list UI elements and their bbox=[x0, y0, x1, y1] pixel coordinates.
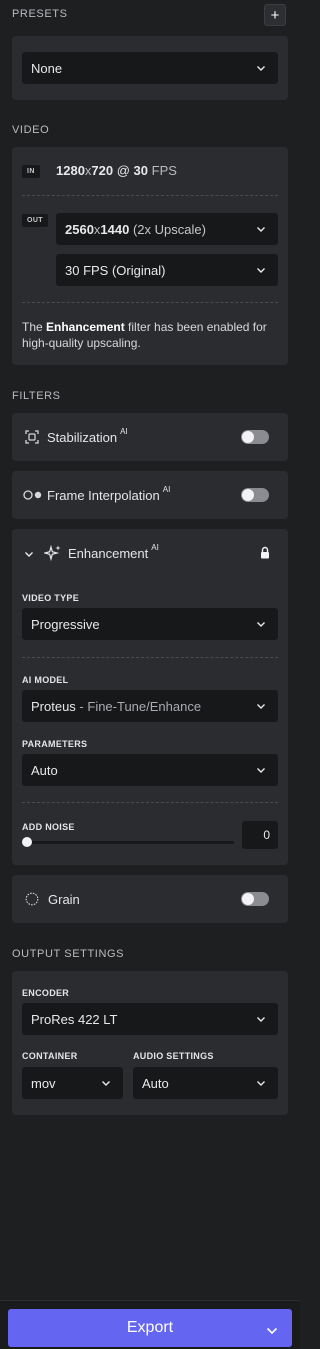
grain-title: Grain bbox=[48, 892, 80, 907]
output-resolution-value: 2560x1440 (2x Upscale) bbox=[65, 221, 206, 237]
video-section-label: VIDEO bbox=[12, 124, 50, 136]
chevron-down-icon bbox=[256, 265, 266, 275]
grain-icon bbox=[25, 892, 39, 909]
ai-model-select[interactable]: Proteus - Fine-Tune/Enhance bbox=[22, 690, 278, 722]
enhancement-note: The Enhancement filter has been enabled … bbox=[22, 320, 267, 350]
presets-card: None bbox=[12, 36, 288, 100]
encoder-value: ProRes 422 LT bbox=[31, 1011, 118, 1027]
export-button[interactable]: Export bbox=[8, 1309, 292, 1347]
video-card: IN 1280x720 @ 30 FPS OUT 2560x1440 (2x U… bbox=[12, 147, 288, 365]
plus-icon: + bbox=[270, 6, 280, 24]
add-noise-input[interactable]: 0 bbox=[242, 821, 278, 849]
audio-settings-value: Auto bbox=[142, 1075, 169, 1091]
ai-model-value: Proteus - Fine-Tune/Enhance bbox=[31, 698, 202, 714]
grain-filter: Grain bbox=[12, 875, 288, 923]
output-settings-card: ENCODER ProRes 422 LT CONTAINER mov AUDI… bbox=[12, 971, 288, 1115]
add-noise-label: ADD NOISE bbox=[22, 822, 75, 832]
filters-section-label: FILTERS bbox=[12, 390, 61, 402]
input-badge: IN bbox=[22, 165, 40, 178]
lock-icon bbox=[260, 546, 270, 562]
audio-settings-select[interactable]: Auto bbox=[133, 1067, 278, 1099]
grain-toggle[interactable] bbox=[241, 892, 269, 906]
encoder-label: ENCODER bbox=[22, 988, 70, 998]
frame-interpolation-toggle[interactable] bbox=[241, 488, 269, 502]
frame-interpolation-title: Frame Interpolation AI bbox=[47, 485, 171, 503]
chevron-down-icon[interactable] bbox=[266, 1323, 278, 1341]
chevron-down-icon bbox=[256, 619, 266, 629]
add-noise-slider-track[interactable] bbox=[26, 841, 234, 844]
chevron-down-icon bbox=[256, 701, 266, 711]
container-select[interactable]: mov bbox=[22, 1067, 123, 1099]
stabilization-filter: Stabilization AI bbox=[12, 413, 288, 461]
output-settings-section-label: OUTPUT SETTINGS bbox=[12, 948, 125, 960]
container-value: mov bbox=[31, 1075, 56, 1091]
parameters-value: Auto bbox=[31, 762, 58, 778]
chevron-down-icon bbox=[256, 1078, 266, 1088]
presets-section-label: PRESETS bbox=[12, 8, 68, 20]
parameters-select[interactable]: Auto bbox=[22, 754, 278, 786]
chevron-down-icon bbox=[256, 1014, 266, 1024]
chevron-down-icon bbox=[256, 765, 266, 775]
divider bbox=[22, 302, 278, 303]
container-label: CONTAINER bbox=[22, 1051, 78, 1061]
chevron-down-icon[interactable] bbox=[24, 548, 34, 562]
chevron-down-icon bbox=[256, 63, 266, 73]
frame-interpolation-filter: Frame Interpolation AI bbox=[12, 471, 288, 519]
export-bar: Export bbox=[0, 1300, 300, 1349]
parameters-label: PARAMETERS bbox=[22, 739, 88, 749]
add-noise-slider-handle[interactable] bbox=[22, 837, 32, 847]
stabilization-toggle[interactable] bbox=[241, 430, 269, 444]
encoder-select[interactable]: ProRes 422 LT bbox=[22, 1003, 278, 1035]
video-type-value: Progressive bbox=[31, 616, 100, 632]
stabilize-icon bbox=[24, 429, 40, 448]
audio-settings-label: AUDIO SETTINGS bbox=[133, 1051, 214, 1061]
sparkles-icon bbox=[42, 544, 62, 565]
output-fps-select[interactable]: 30 FPS (Original) bbox=[56, 254, 278, 286]
presets-select-value: None bbox=[31, 60, 63, 76]
divider bbox=[22, 802, 278, 803]
chevron-down-icon bbox=[101, 1078, 111, 1088]
interpolation-icon bbox=[23, 488, 43, 505]
enhancement-title: Enhancement AI bbox=[68, 543, 159, 561]
output-badge: OUT bbox=[22, 214, 48, 227]
divider bbox=[22, 195, 278, 196]
ai-model-label: AI MODEL bbox=[22, 675, 69, 685]
output-resolution-select[interactable]: 2560x1440 (2x Upscale) bbox=[56, 213, 278, 245]
input-spec: 1280x720 @ 30 FPS bbox=[56, 163, 177, 178]
divider bbox=[22, 657, 278, 658]
stabilization-title: Stabilization AI bbox=[47, 427, 128, 445]
video-type-select[interactable]: Progressive bbox=[22, 608, 278, 640]
enhancement-filter: Enhancement AI VIDEO TYPE Progressive AI … bbox=[12, 529, 288, 865]
export-label: Export bbox=[126, 1319, 174, 1336]
add-preset-button[interactable]: + bbox=[264, 4, 286, 26]
presets-select[interactable]: None bbox=[22, 52, 278, 84]
video-type-label: VIDEO TYPE bbox=[22, 593, 80, 603]
output-fps-value: 30 FPS (Original) bbox=[65, 262, 166, 278]
chevron-down-icon bbox=[256, 224, 266, 234]
